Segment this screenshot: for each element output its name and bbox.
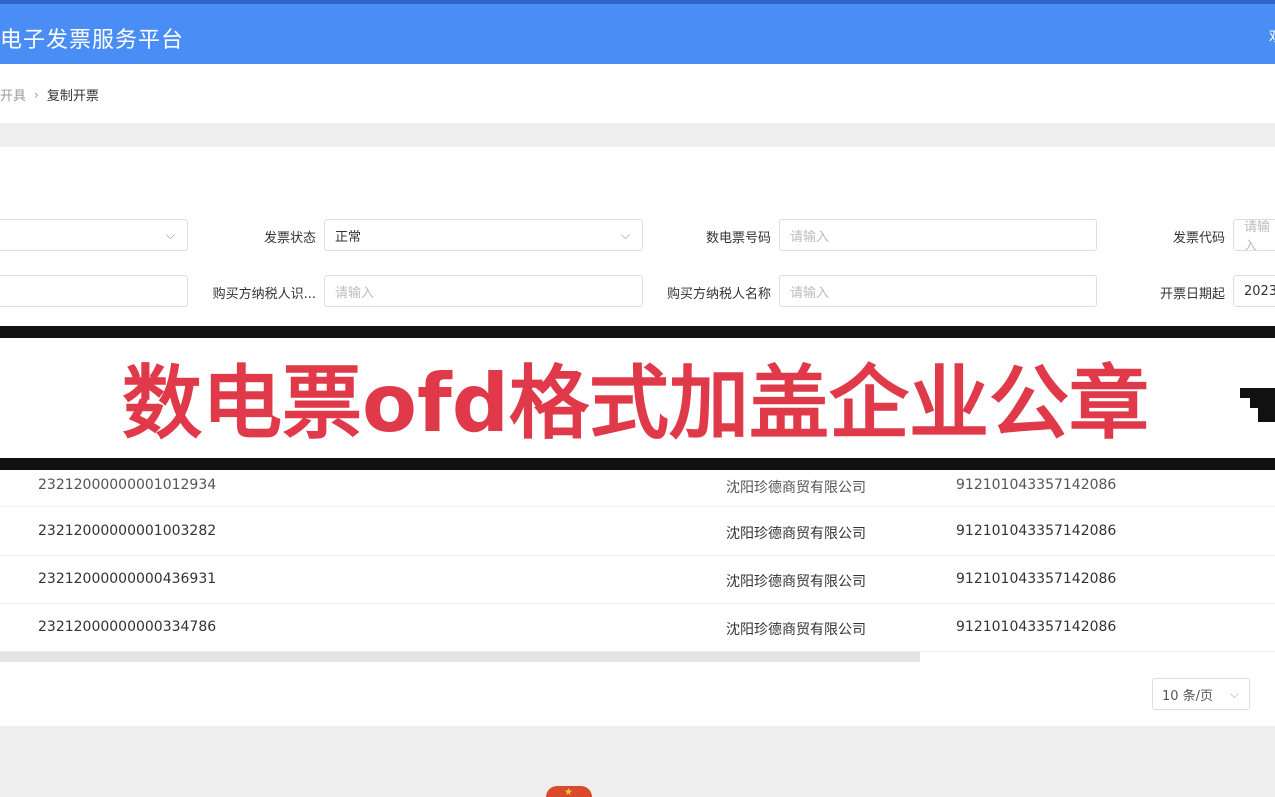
breadcrumb-item-issue[interactable]: 开具 <box>0 85 26 104</box>
buyer-taxid-input[interactable]: 请输入 <box>324 275 643 307</box>
section-divider <box>0 123 1275 147</box>
buyer-name-cell: 沈阳珍德商贸有限公司 <box>726 480 866 496</box>
top-header-bar: 电子发票服务平台 欢 <box>0 0 1275 64</box>
invoice-code-label: 发票代码 <box>1172 231 1225 246</box>
buyer-name-placeholder: 请输入 <box>790 285 830 301</box>
buyer-name-cell: 沈阳珍德商贸有限公司 <box>726 574 866 590</box>
buyer-name-cell: 沈阳珍德商贸有限公司 <box>726 526 866 542</box>
breadcrumb: 开具 › 复制开票 <box>0 85 99 105</box>
status-value: 正常 <box>335 229 362 245</box>
buyer-taxid-placeholder: 请输入 <box>335 285 375 301</box>
buyer-taxid-label: 购买方纳税人识... <box>212 287 316 302</box>
table-row[interactable]: 23212000000000334786 沈阳珍德商贸有限公司 91210104… <box>0 604 1275 652</box>
filter-input-left[interactable] <box>0 275 188 307</box>
date-start-picker[interactable]: 2023 <box>1233 275 1275 307</box>
tax-id-cell: 912101043357142086 <box>956 571 1117 587</box>
app-title: 电子发票服务平台 <box>0 28 185 53</box>
user-greeting[interactable]: 欢 <box>1269 26 1275 46</box>
invoice-code-input[interactable]: 请输入 <box>1233 219 1275 251</box>
banner-title: 数电票ofd格式加盖企业公章 <box>122 357 1150 450</box>
invoice-number-cell: 23212000000001012934 <box>38 477 217 493</box>
status-label: 发票状态 <box>263 231 316 246</box>
buyer-name-label: 购买方纳税人名称 <box>666 287 771 302</box>
chevron-down-icon: ⌵ <box>1229 687 1239 701</box>
cursor-hand-icon <box>1240 388 1275 422</box>
filter-select-left[interactable]: ⌵ <box>0 219 188 251</box>
breadcrumb-item-current: 复制开票 <box>46 89 99 104</box>
invoice-number-cell: 23212000000000436931 <box>38 571 217 587</box>
breadcrumb-separator: › <box>34 87 39 102</box>
date-start-label: 开票日期起 <box>1159 287 1225 302</box>
footer: ★ <box>0 726 1275 797</box>
invoice-number-cell: 23212000000001003282 <box>38 523 217 539</box>
invoice-number-label: 数电票号码 <box>705 231 771 246</box>
date-start-value: 2023 <box>1244 283 1275 299</box>
invoice-number-cell: 23212000000000334786 <box>38 619 217 635</box>
page-size-select[interactable]: 10 条/页 ⌵ <box>1152 678 1250 710</box>
invoice-number-input[interactable]: 请输入 <box>779 219 1097 251</box>
national-emblem-icon: ★ <box>546 786 592 797</box>
buyer-name-cell: 沈阳珍德商贸有限公司 <box>726 622 866 638</box>
invoice-number-placeholder: 请输入 <box>790 229 830 245</box>
chevron-down-icon: ⌵ <box>165 228 175 242</box>
table-row[interactable]: 23212000000000436931 沈阳珍德商贸有限公司 91210104… <box>0 556 1275 604</box>
tax-id-cell: 912101043357142086 <box>956 477 1117 493</box>
table-row[interactable]: 23212000000001003282 沈阳珍德商贸有限公司 91210104… <box>0 508 1275 556</box>
overlay-title-banner: 数电票ofd格式加盖企业公章 <box>0 326 1275 470</box>
status-select[interactable]: 正常 ⌵ <box>324 219 643 251</box>
horizontal-scrollbar[interactable] <box>0 652 920 662</box>
page-size-value: 10 条/页 <box>1162 688 1214 704</box>
table-row[interactable]: 23212000000001012934 沈阳珍德商贸有限公司 91210104… <box>0 470 1275 507</box>
invoice-code-placeholder: 请输入 <box>1244 220 1271 251</box>
buyer-name-input[interactable]: 请输入 <box>779 275 1097 307</box>
tax-id-cell: 912101043357142086 <box>956 619 1117 635</box>
chevron-down-icon: ⌵ <box>620 228 630 242</box>
tax-id-cell: 912101043357142086 <box>956 523 1117 539</box>
